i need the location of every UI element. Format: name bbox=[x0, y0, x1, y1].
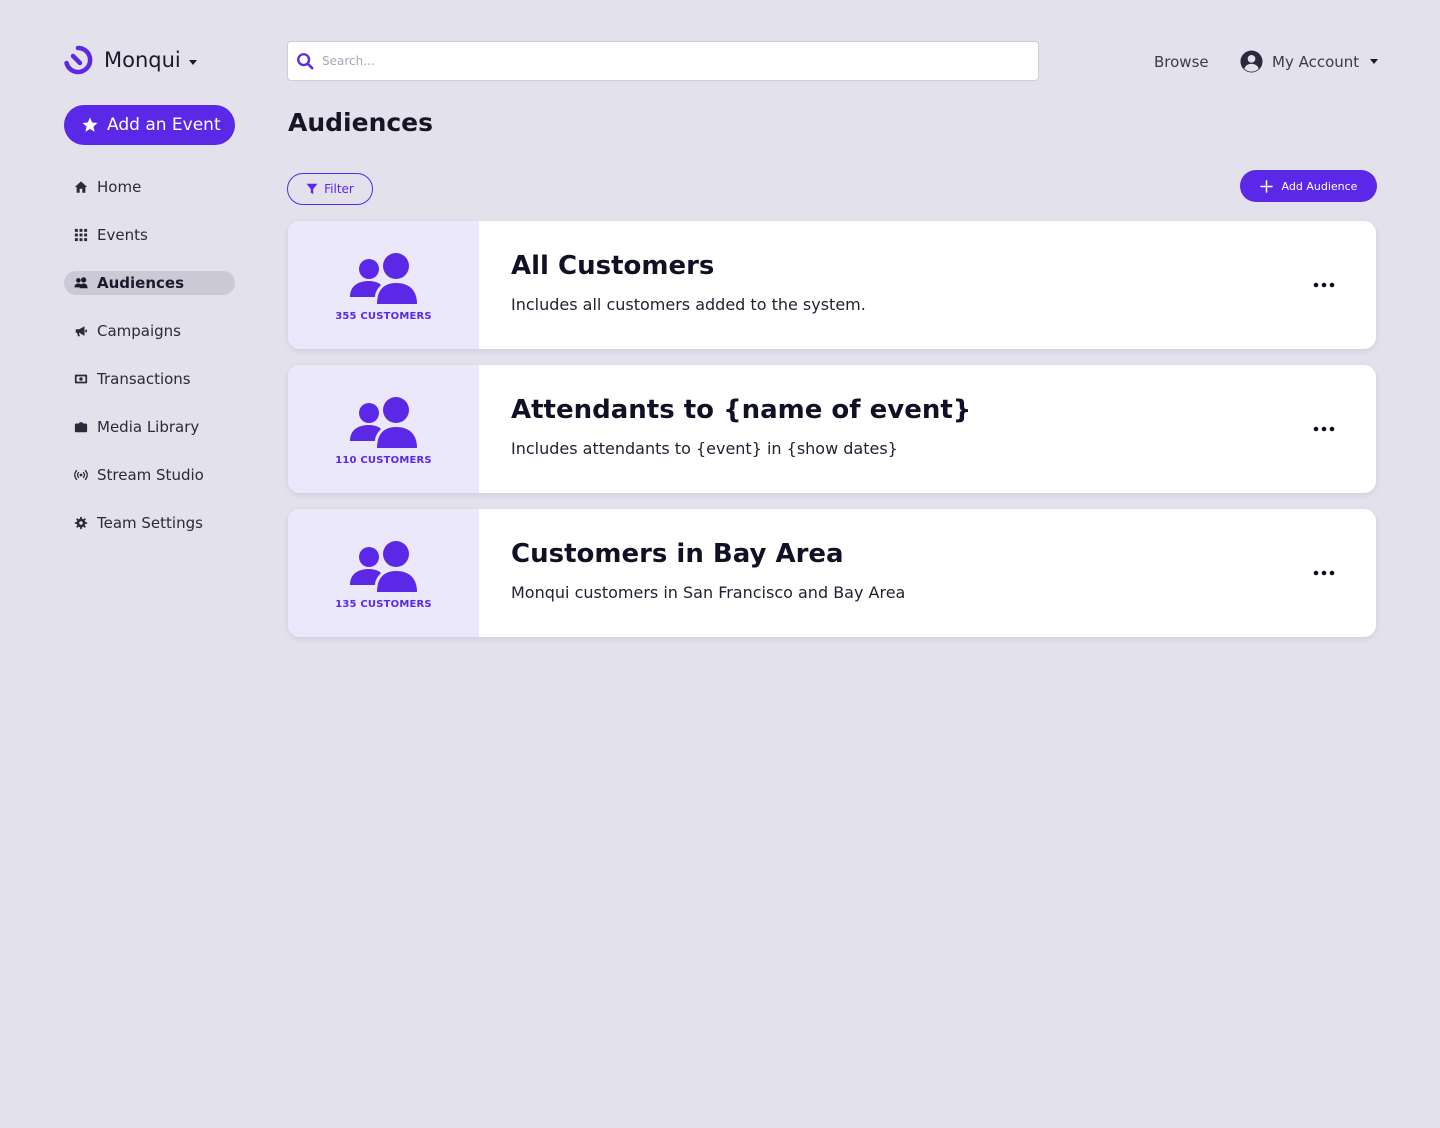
search-icon bbox=[297, 53, 314, 70]
home-icon bbox=[74, 180, 88, 194]
sidebar-item-label: Home bbox=[97, 178, 142, 196]
sidebar-item-campaigns[interactable]: Campaigns bbox=[64, 319, 235, 343]
sidebar-item-label: Events bbox=[97, 226, 148, 244]
audience-card[interactable]: 110 CUSTOMERS Attendants to {name of eve… bbox=[288, 365, 1376, 493]
add-event-label: Add an Event bbox=[107, 115, 221, 135]
audience-card-body: Attendants to {name of event} Includes a… bbox=[479, 365, 1272, 493]
audience-card[interactable]: 135 CUSTOMERS Customers in Bay Area Monq… bbox=[288, 509, 1376, 637]
add-audience-button[interactable]: Add Audience bbox=[1240, 170, 1377, 202]
sidebar-nav: Home Events Audiences Campaigns Transact… bbox=[64, 175, 235, 559]
sidebar-item-media-library[interactable]: Media Library bbox=[64, 415, 235, 439]
star-icon bbox=[82, 117, 98, 132]
audience-card[interactable]: 355 CUSTOMERS All Customers Includes all… bbox=[288, 221, 1376, 349]
more-options-button[interactable] bbox=[1272, 509, 1376, 637]
sidebar-item-transactions[interactable]: Transactions bbox=[64, 367, 235, 391]
sidebar-item-home[interactable]: Home bbox=[64, 175, 235, 199]
sidebar-item-label: Transactions bbox=[97, 370, 191, 388]
more-options-button[interactable] bbox=[1272, 221, 1376, 349]
sidebar-item-label: Team Settings bbox=[97, 514, 203, 532]
brand-switcher[interactable]: Monqui bbox=[62, 44, 197, 76]
audience-title[interactable]: Customers in Bay Area bbox=[511, 539, 1272, 569]
user-avatar-icon bbox=[1240, 50, 1263, 73]
broadcast-icon bbox=[74, 468, 88, 482]
app-root: Monqui Add an Event Home Events Audience… bbox=[0, 0, 1440, 1128]
browse-link[interactable]: Browse bbox=[1154, 53, 1209, 71]
chevron-down-icon bbox=[1370, 59, 1379, 64]
sidebar-item-label: Media Library bbox=[97, 418, 200, 436]
filter-button[interactable]: Filter bbox=[287, 173, 373, 205]
page-title: Audiences bbox=[288, 108, 434, 137]
search-bar[interactable] bbox=[287, 41, 1039, 81]
filter-label: Filter bbox=[324, 182, 354, 196]
customer-count: 110 CUSTOMERS bbox=[335, 454, 432, 466]
audience-title[interactable]: Attendants to {name of event} bbox=[511, 395, 1272, 425]
sidebar-item-events[interactable]: Events bbox=[64, 223, 235, 247]
customer-count: 135 CUSTOMERS bbox=[335, 598, 432, 610]
folder-icon bbox=[74, 420, 88, 434]
add-audience-label: Add Audience bbox=[1281, 179, 1358, 193]
account-menu[interactable]: My Account bbox=[1240, 50, 1379, 73]
sidebar-item-audiences[interactable]: Audiences bbox=[64, 271, 235, 295]
sidebar-item-stream-studio[interactable]: Stream Studio bbox=[64, 463, 235, 487]
audience-description: Includes all customers added to the syst… bbox=[511, 295, 866, 314]
gear-icon bbox=[74, 516, 88, 530]
money-icon bbox=[74, 372, 88, 386]
audience-description: Monqui customers in San Francisco and Ba… bbox=[511, 583, 906, 602]
sidebar-item-label: Stream Studio bbox=[97, 466, 204, 484]
audience-thumbnail: 355 CUSTOMERS bbox=[288, 221, 479, 349]
more-options-button[interactable] bbox=[1272, 365, 1376, 493]
plus-icon bbox=[1259, 179, 1273, 193]
chevron-down-icon bbox=[188, 59, 197, 65]
sidebar-item-team-settings[interactable]: Team Settings bbox=[64, 511, 235, 535]
audience-description: Includes attendants to {event} in {show … bbox=[511, 439, 898, 458]
customer-count: 355 CUSTOMERS bbox=[335, 310, 432, 322]
users-icon bbox=[74, 276, 88, 290]
audience-title[interactable]: All Customers bbox=[511, 251, 1272, 281]
sidebar-item-label: Audiences bbox=[97, 274, 185, 292]
megaphone-icon bbox=[74, 324, 88, 338]
users-icon bbox=[349, 540, 417, 592]
ellipsis-icon bbox=[1313, 426, 1335, 432]
filter-icon bbox=[306, 183, 318, 194]
audience-card-body: Customers in Bay Area Monqui customers i… bbox=[479, 509, 1272, 637]
ellipsis-icon bbox=[1313, 282, 1335, 288]
monqui-logo-icon bbox=[64, 45, 93, 75]
users-icon bbox=[349, 252, 417, 304]
audience-card-body: All Customers Includes all customers add… bbox=[479, 221, 1272, 349]
users-icon bbox=[349, 396, 417, 448]
audience-list: 355 CUSTOMERS All Customers Includes all… bbox=[288, 221, 1376, 653]
audience-thumbnail: 110 CUSTOMERS bbox=[288, 365, 479, 493]
brand-name: Monqui bbox=[104, 48, 181, 72]
add-event-button[interactable]: Add an Event bbox=[64, 105, 235, 145]
audience-thumbnail: 135 CUSTOMERS bbox=[288, 509, 479, 637]
search-input[interactable] bbox=[322, 54, 1022, 68]
sidebar-item-label: Campaigns bbox=[97, 322, 182, 340]
account-label: My Account bbox=[1272, 52, 1360, 71]
grid-icon bbox=[74, 228, 88, 242]
ellipsis-icon bbox=[1313, 570, 1335, 576]
